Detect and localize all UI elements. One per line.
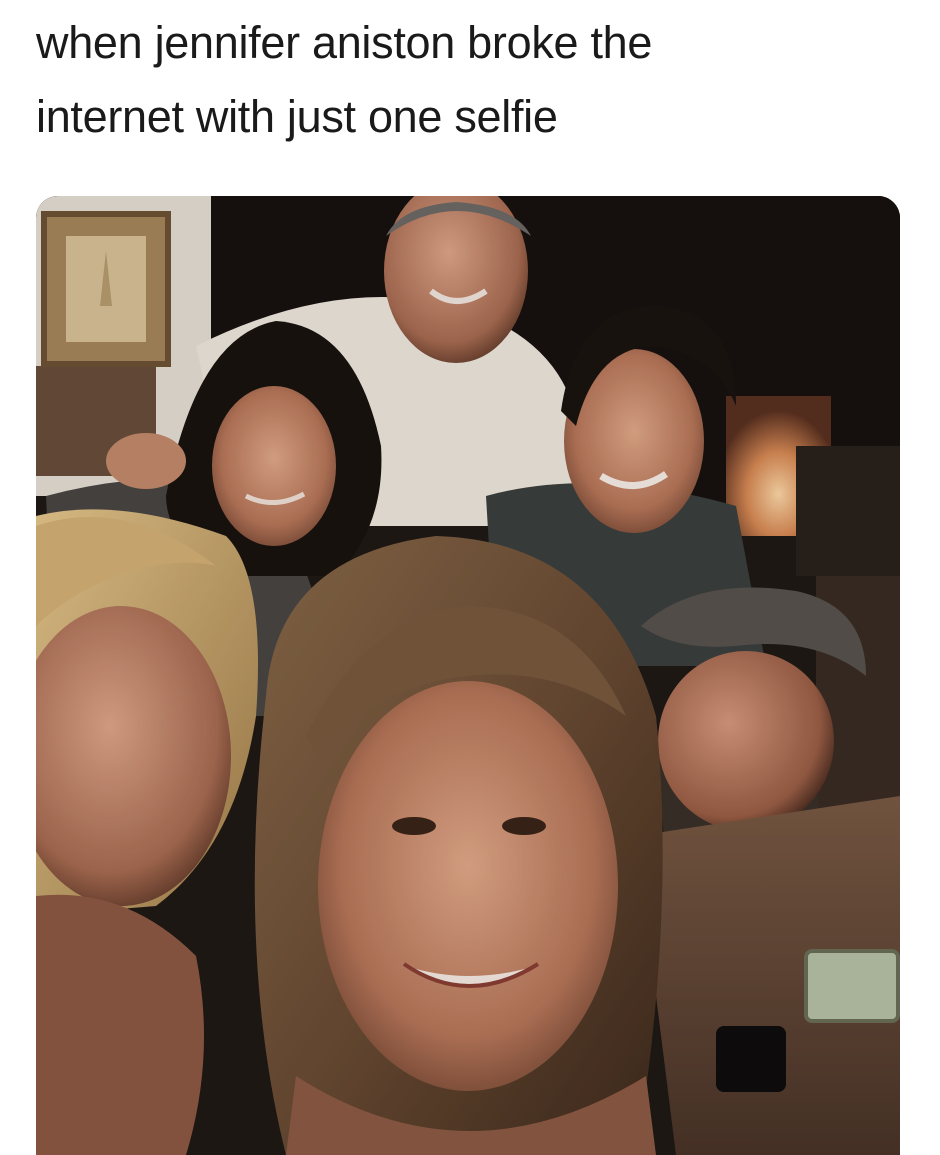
meme-caption: when jennifer aniston broke the internet…	[36, 6, 896, 154]
selfie-photo	[36, 196, 900, 1155]
caption-line-2: internet with just one selfie	[36, 91, 558, 142]
caption-line-1: when jennifer aniston broke the	[36, 17, 653, 68]
selfie-illustration	[36, 196, 900, 1155]
